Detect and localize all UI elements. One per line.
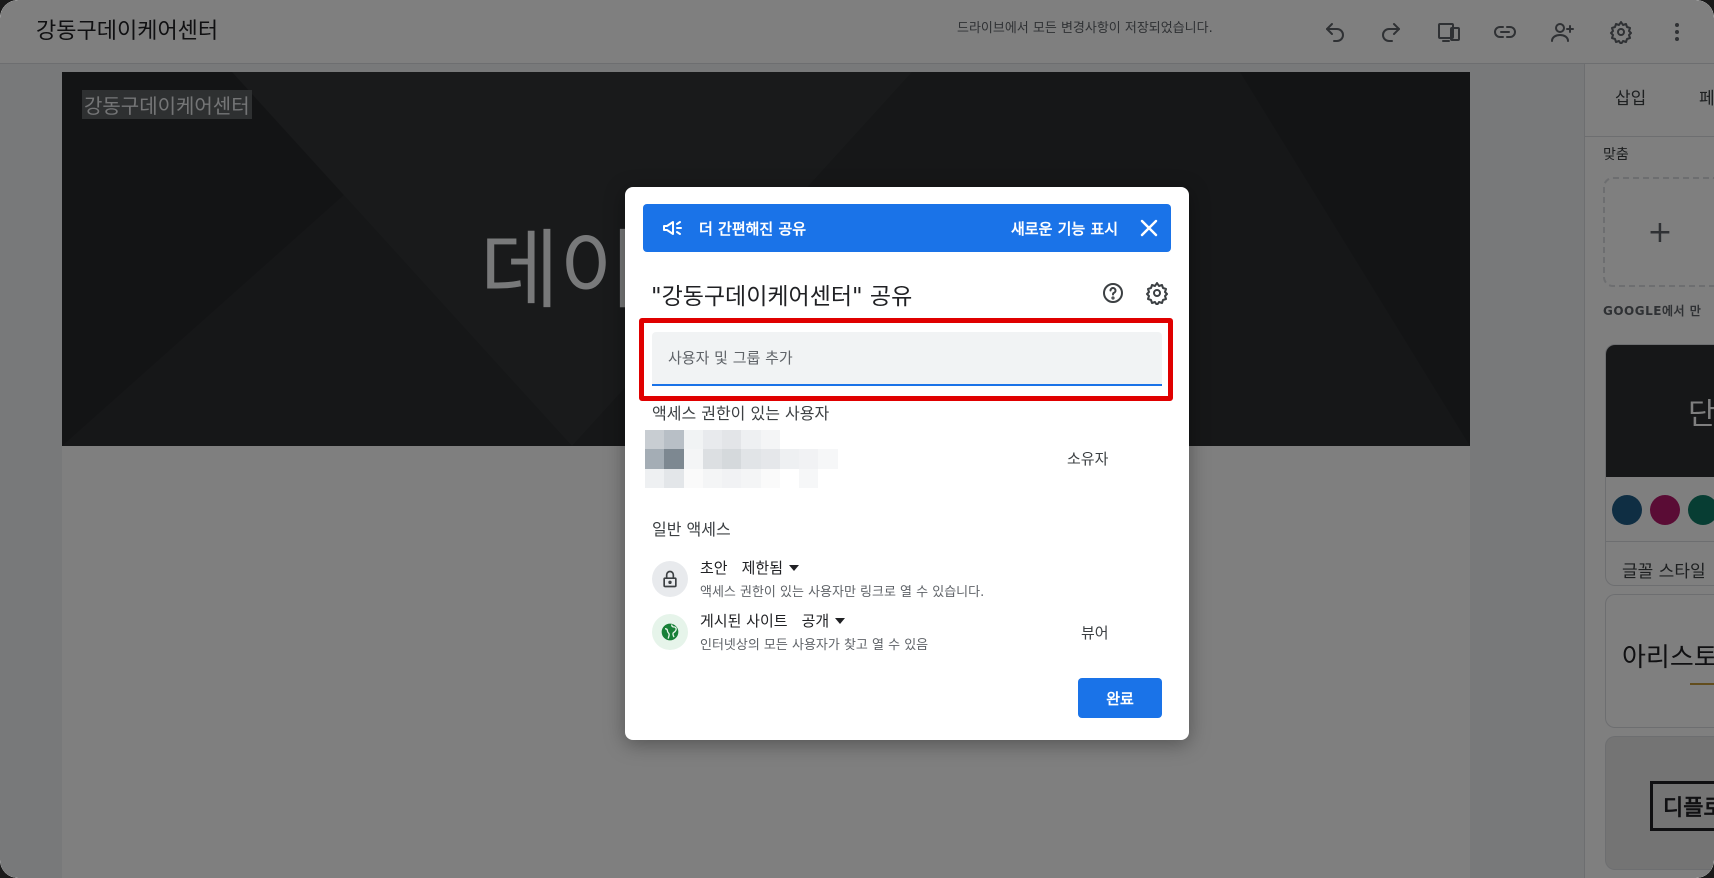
dropdown-arrow-icon [789, 564, 800, 571]
dialog-title: "강동구데이케어센터" 공유 [651, 284, 913, 310]
draft-access-line: 초안 제한됨 [700, 557, 800, 578]
published-role-label: 뷰어 [1081, 624, 1109, 642]
highlight-box [639, 318, 1173, 401]
banner-text: 더 간편해진 공유 [699, 220, 807, 238]
published-label: 게시된 사이트 [700, 612, 788, 630]
published-access-value: 공개 [801, 612, 830, 630]
dropdown-arrow-icon [835, 617, 846, 624]
show-new-features-link[interactable]: 새로운 기능 표시 [1011, 218, 1118, 239]
draft-access-value: 제한됨 [741, 559, 784, 577]
gear-icon [1146, 282, 1168, 306]
lock-icon [652, 561, 688, 597]
general-access-label: 일반 액세스 [652, 520, 731, 539]
close-banner-button[interactable] [1137, 216, 1161, 240]
published-access-row: 게시된 사이트 공개 인터넷상의 모든 사용자가 찾고 열 수 있음 뷰어 [652, 610, 1172, 656]
draft-access-dropdown[interactable]: 제한됨 [741, 557, 800, 578]
megaphone-icon [661, 216, 685, 240]
owner-role-label: 소유자 [1067, 450, 1109, 468]
sites-editor-app: 강동구데이케어센터 드라이브에서 모든 변경사항이 저장되었습니다. [0, 0, 1714, 878]
done-button[interactable]: 완료 [1078, 678, 1162, 718]
draft-access-row: 초안 제한됨 액세스 권한이 있는 사용자만 링크로 열 수 있습니다. [652, 557, 1172, 603]
help-button[interactable] [1101, 281, 1125, 305]
close-icon [1140, 219, 1158, 237]
help-icon [1103, 283, 1123, 303]
globe-icon [652, 614, 688, 650]
share-dialog: 더 간편해진 공유 새로운 기능 표시 "강동구데이케어센터" 공유 액세스 권… [625, 187, 1189, 740]
share-settings-button[interactable] [1145, 281, 1169, 306]
people-with-access-label: 액세스 권한이 있는 사용자 [652, 404, 830, 423]
draft-access-description: 액세스 권한이 있는 사용자만 링크로 열 수 있습니다. [700, 585, 985, 600]
owner-row: 소유자 [645, 430, 1169, 488]
published-access-dropdown[interactable]: 공개 [802, 610, 846, 631]
draft-label: 초안 [700, 559, 728, 577]
published-access-description: 인터넷상의 모든 사용자가 찾고 열 수 있음 [700, 638, 929, 653]
published-access-line: 게시된 사이트 공개 [700, 610, 846, 631]
redacted-user-info [645, 430, 857, 488]
whats-new-banner: 더 간편해진 공유 새로운 기능 표시 [643, 204, 1171, 252]
